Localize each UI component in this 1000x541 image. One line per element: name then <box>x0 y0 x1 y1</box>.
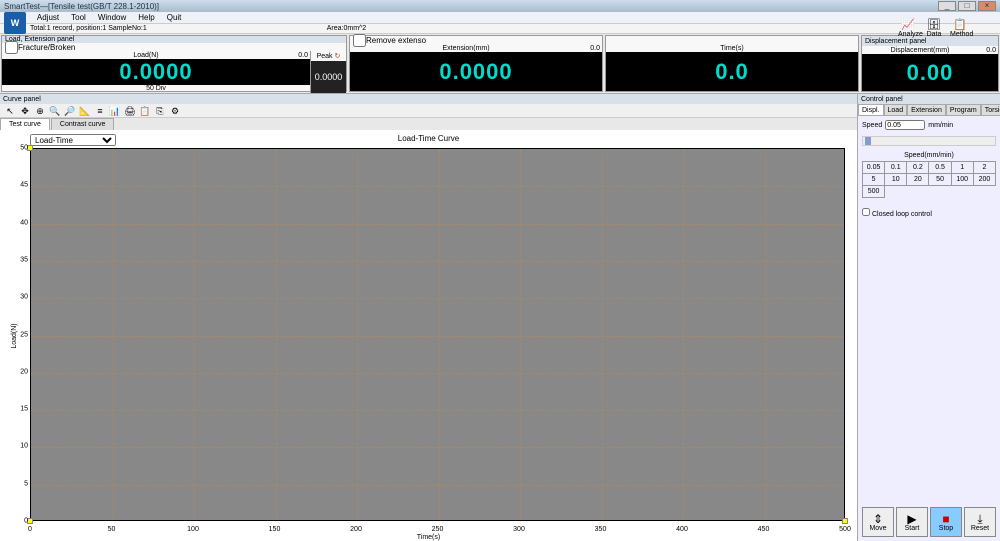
refresh-icon[interactable]: ↻ <box>335 52 341 60</box>
tool-11[interactable]: ⚙ <box>168 105 182 117</box>
load-readout: 0.0000 <box>2 59 310 85</box>
tool-5[interactable]: 📐 <box>78 105 92 117</box>
speed-preset[interactable]: 100 <box>952 174 974 186</box>
menu-quit[interactable]: Quit <box>167 13 182 22</box>
menu-tool[interactable]: Tool <box>71 13 86 22</box>
data-icon[interactable]: 🗄Data <box>924 20 944 38</box>
tool-0[interactable]: ↖ <box>3 105 17 117</box>
tool-1[interactable]: ✥ <box>18 105 32 117</box>
ctrl-tab-load[interactable]: Load <box>884 104 908 115</box>
logo: W <box>4 12 26 34</box>
speed-preset[interactable]: 0.1 <box>885 162 907 174</box>
slider-thumb[interactable] <box>865 137 871 145</box>
speed-input[interactable] <box>885 120 925 130</box>
time-readout: 0.0 <box>606 52 858 91</box>
speed-preset[interactable]: 20 <box>907 174 929 186</box>
minimize-button[interactable]: _ <box>938 1 956 11</box>
tool-3[interactable]: 🔍 <box>48 105 62 117</box>
tool-7[interactable]: 📊 <box>108 105 122 117</box>
load-panel: Load, Extension panel Fracture/Broken Lo… <box>1 35 347 92</box>
displacement-readout: 0.00 <box>862 54 998 91</box>
time-panel: Time(s) 0.0 <box>605 35 859 92</box>
info-bar: W Total:1 record, position:1 SampleNo:1 … <box>0 24 1000 34</box>
speed-slider[interactable] <box>862 136 996 146</box>
speed-preset[interactable]: 200 <box>974 174 996 186</box>
tool-2[interactable]: ⊕ <box>33 105 47 117</box>
closed-loop-checkbox[interactable] <box>862 208 870 216</box>
tool-9[interactable]: 📋 <box>138 105 152 117</box>
chart-toolbar: ↖✥⊕🔍🔎📐≡📊🖨📋⎘⚙ <box>0 104 857 118</box>
reset-button[interactable]: ⤓Reset <box>964 507 996 537</box>
ctrl-tab-program[interactable]: Program <box>946 104 981 115</box>
extension-readout: 0.0000 <box>350 52 602 91</box>
window-title: SmartTest—[Tensile test(GB/T 228.1-2010)… <box>4 2 159 11</box>
titlebar: SmartTest—[Tensile test(GB/T 228.1-2010)… <box>0 0 1000 12</box>
close-button[interactable]: × <box>978 1 996 11</box>
plot-area[interactable] <box>30 148 845 521</box>
speed-preset[interactable]: 1 <box>952 162 974 174</box>
menu-help[interactable]: Help <box>138 13 154 22</box>
maximize-button[interactable]: □ <box>958 1 976 11</box>
ctrl-tab-extension[interactable]: Extension <box>907 104 946 115</box>
tool-10[interactable]: ⎘ <box>153 105 167 117</box>
speed-preset[interactable]: 10 <box>885 174 907 186</box>
menu-adjust[interactable]: Adjust <box>37 13 59 22</box>
chart-area: Load-Time Load-Time Curve Load(N) Time(s… <box>0 130 857 541</box>
speed-preset[interactable]: 0.2 <box>907 162 929 174</box>
ctrl-tab-displ[interactable]: Displ. <box>858 104 884 115</box>
speed-preset[interactable]: 0.5 <box>929 162 951 174</box>
chart-type-select[interactable]: Load-Time <box>30 134 116 146</box>
method-icon[interactable]: 📋Method <box>950 20 970 38</box>
speed-preset[interactable]: 0.05 <box>863 162 885 174</box>
menubar: SetupAdjustToolWindowHelpQuit <box>0 12 1000 24</box>
speed-preset[interactable]: 50 <box>929 174 951 186</box>
control-panel: Control panel Displ.LoadExtensionProgram… <box>858 94 1000 541</box>
area-info: Area:0mm^2 <box>327 25 366 32</box>
ctrl-tab-torsion[interactable]: Torsion <box>981 104 1000 115</box>
stop-button[interactable]: ■Stop <box>930 507 962 537</box>
move-button[interactable]: ⇕Move <box>862 507 894 537</box>
peak-readout: 0.0000 <box>311 61 346 93</box>
menu-window[interactable]: Window <box>98 13 126 22</box>
displacement-panel: Displacement panel Displacement(mm)0.0 0… <box>861 35 999 92</box>
tool-8[interactable]: 🖨 <box>123 105 137 117</box>
tab-contrast-curve[interactable]: Contrast curve <box>51 118 115 130</box>
axis-handle[interactable] <box>842 518 848 524</box>
extension-panel: Remove extenso Extension(mm)0.0 0.0000 <box>349 35 603 92</box>
tool-4[interactable]: 🔎 <box>63 105 77 117</box>
speed-preset[interactable]: 5 <box>863 174 885 186</box>
tool-6[interactable]: ≡ <box>93 105 107 117</box>
speed-preset[interactable]: 2 <box>974 162 996 174</box>
record-info: Total:1 record, position:1 SampleNo:1 <box>30 25 147 32</box>
curve-panel: Curve panel ↖✥⊕🔍🔎📐≡📊🖨📋⎘⚙ Test curveContr… <box>0 94 858 541</box>
analyze-icon[interactable]: 📈Analyze <box>898 20 918 38</box>
start-button[interactable]: ▶Start <box>896 507 928 537</box>
readout-row: Load, Extension panel Fracture/Broken Lo… <box>0 34 1000 94</box>
tab-test-curve[interactable]: Test curve <box>0 118 50 130</box>
speed-preset[interactable]: 500 <box>863 186 885 198</box>
